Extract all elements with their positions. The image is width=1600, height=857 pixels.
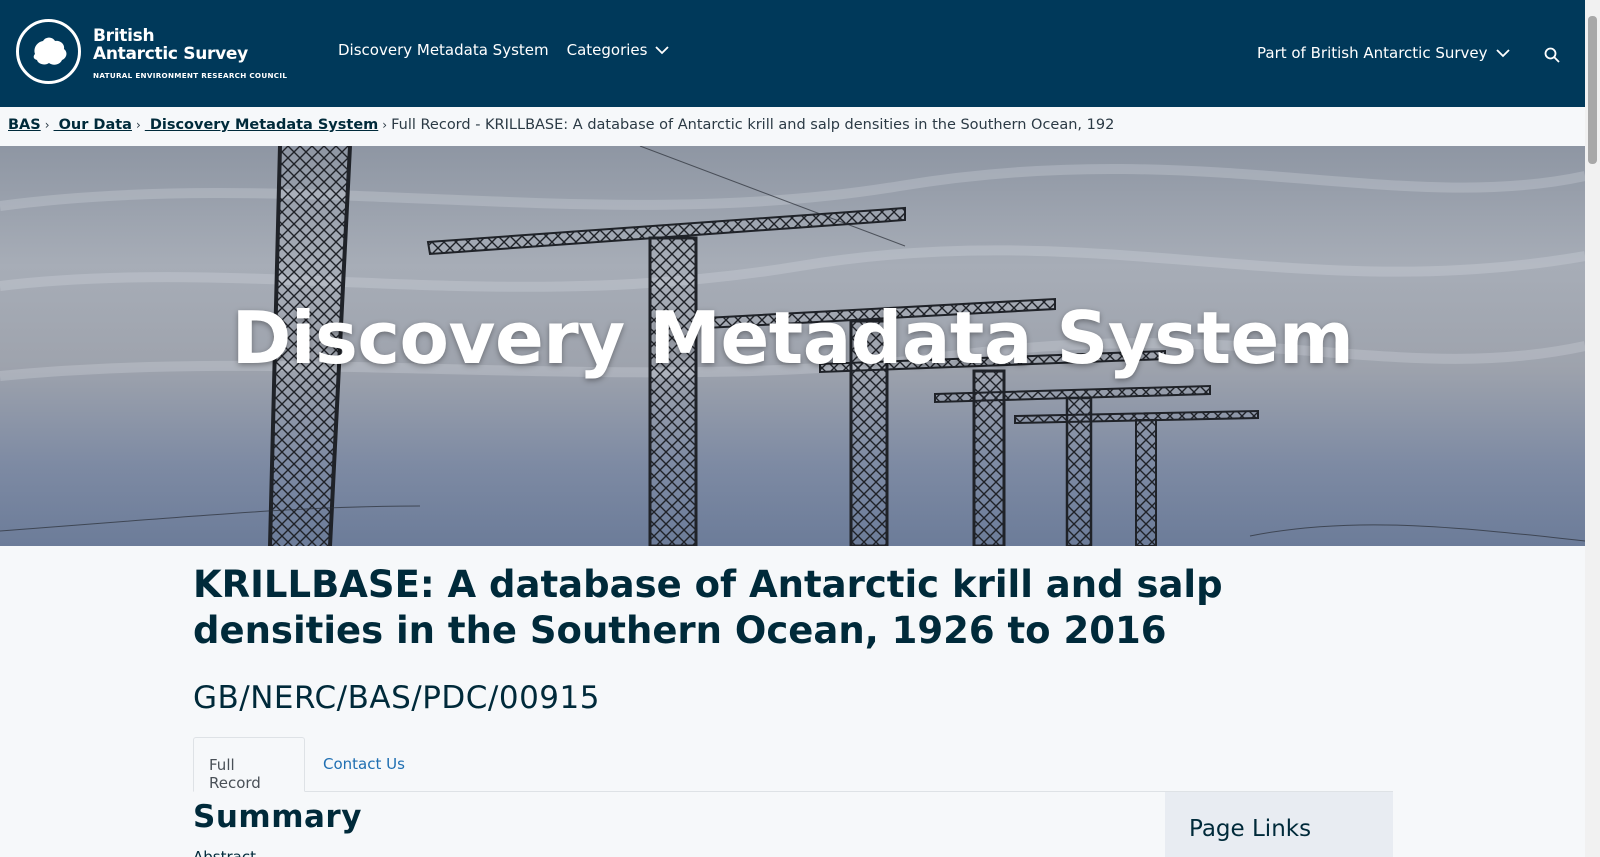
part-of-bas-dropdown[interactable]: Part of British Antarctic Survey — [1257, 44, 1510, 62]
hero-title: Discovery Metadata System — [231, 296, 1354, 380]
breadcrumb-current: Full Record - KRILLBASE: A database of A… — [391, 117, 1115, 133]
hero-banner: Discovery Metadata System — [0, 146, 1585, 546]
breadcrumb-separator: › — [44, 118, 50, 132]
chevron-down-icon — [655, 45, 670, 54]
logo-subtitle: NATURAL ENVIRONMENT RESEARCH COUNCIL — [93, 71, 288, 80]
bas-logo[interactable]: British Antarctic Survey NATURAL ENVIRON… — [16, 19, 287, 84]
site-header: British Antarctic Survey NATURAL ENVIRON… — [0, 0, 1585, 107]
search-button[interactable] — [1541, 44, 1563, 66]
search-icon — [1544, 47, 1560, 63]
nav-categories-dropdown[interactable]: Categories — [567, 41, 670, 59]
chevron-down-icon — [1495, 48, 1510, 57]
main-nav: Discovery Metadata System Categories — [338, 41, 670, 59]
logo-title-line2: Antarctic Survey — [93, 44, 248, 64]
tab-full-record[interactable]: Full Record — [193, 737, 305, 792]
page-links-sidebar: Page Links — [1165, 792, 1393, 857]
logo-title-line1: British — [93, 26, 155, 46]
scrollbar-thumb[interactable] — [1588, 16, 1597, 164]
main-content: KRILLBASE: A database of Antarctic krill… — [193, 546, 1393, 857]
record-title: KRILLBASE: A database of Antarctic krill… — [193, 563, 1223, 652]
breadcrumb-separator: › — [135, 118, 141, 132]
page-links-title: Page Links — [1189, 816, 1312, 842]
part-of-label: Part of British Antarctic Survey — [1257, 44, 1488, 62]
nav-label: Discovery Metadata System — [338, 41, 549, 59]
breadcrumb-link-our-data[interactable]: Our Data — [54, 117, 132, 133]
breadcrumb-link-discovery-metadata-system[interactable]: Discovery Metadata System — [145, 117, 378, 133]
page-scrollbar[interactable] — [1585, 0, 1600, 857]
breadcrumb-link-bas[interactable]: BAS — [8, 117, 41, 133]
tab-contact-us[interactable]: Contact Us — [308, 737, 420, 792]
antarctica-logo-icon — [16, 19, 81, 84]
breadcrumb-separator: › — [382, 118, 388, 132]
nav-label: Categories — [566, 41, 648, 59]
breadcrumb: BAS › Our Data › Discovery Metadata System… — [0, 107, 1585, 146]
nav-discovery-metadata-system[interactable]: Discovery Metadata System — [338, 41, 549, 59]
summary-heading: Summary — [193, 799, 362, 835]
record-tabs: Full Record Contact Us — [193, 737, 1393, 792]
record-identifier: GB/NERC/BAS/PDC/00915 — [193, 680, 600, 716]
abstract-label: Abstract — [193, 848, 256, 857]
